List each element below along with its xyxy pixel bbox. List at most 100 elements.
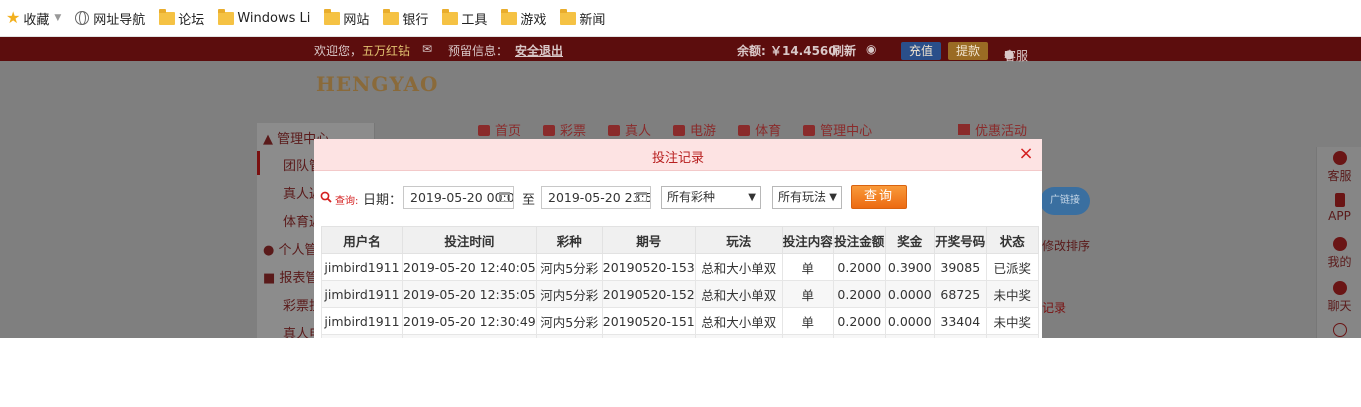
slot-icon — [673, 125, 686, 136]
withdraw-button[interactable]: 提款 — [948, 42, 989, 60]
refresh-link[interactable]: 刷新 — [832, 42, 856, 59]
trophy-icon — [738, 125, 751, 136]
column-header: 投注内容 — [781, 226, 834, 254]
bookmark-favorites[interactable]: ★ 收藏 ▼ — [6, 6, 61, 30]
ticket-icon — [543, 125, 556, 136]
sidebar-app[interactable]: APP — [1317, 193, 1361, 223]
nav-label: 彩票 — [560, 124, 587, 139]
bookmark-sites[interactable]: 网站 — [324, 6, 369, 30]
cell-issue: 20190520-151 — [601, 307, 696, 335]
bookmark-forum[interactable]: 论坛 — [159, 6, 204, 30]
bookmark-nav[interactable]: 网址导航 — [75, 6, 145, 30]
sidebar-label: APP — [1328, 209, 1351, 223]
date-to-input[interactable]: 2019-05-20 23:59 — [541, 186, 651, 209]
lottery-type-select[interactable]: 所有彩种 ▼ — [661, 186, 761, 209]
top-bar: 欢迎您， 五万红钻 ✉ 预留信息： 安全退出 余额: ￥14.4560 刷新 ◉… — [0, 37, 1361, 63]
promo-link-button[interactable]: 广链接 — [1040, 187, 1090, 215]
bookmark-label: 游戏 — [520, 12, 547, 28]
phone-icon — [1334, 193, 1345, 207]
cell-lottery: 河内5分彩 — [535, 307, 603, 335]
search-button[interactable]: 查询 — [851, 185, 907, 209]
edit-order-text[interactable]: 修改排序 — [1042, 237, 1090, 254]
sidebar-mine[interactable]: 我的 — [1317, 237, 1361, 270]
logout-link[interactable]: 安全退出 — [515, 42, 563, 59]
sidebar-chat[interactable]: 聊天 — [1317, 281, 1361, 314]
nav-sports[interactable]: 体育 — [738, 120, 781, 139]
bookmark-tools[interactable]: 工具 — [442, 6, 487, 30]
date-from-input[interactable]: 2019-05-20 00:00 — [403, 186, 514, 209]
menu-header-personal[interactable]: ● 个人管 — [263, 239, 318, 258]
folder-icon — [442, 8, 459, 25]
cell-bet-time: 2019-05-20 12:40:05 — [402, 253, 537, 281]
nav-label: 体育 — [755, 124, 782, 139]
folder-icon — [383, 8, 400, 25]
bookmark-windows[interactable]: Windows Li — [218, 6, 310, 30]
sidebar-service[interactable]: 客服 — [1317, 151, 1361, 184]
sidebar-help[interactable] — [1317, 323, 1361, 338]
recharge-button[interactable]: 充值 — [901, 42, 942, 60]
cell-status: 未中奖 — [985, 307, 1039, 335]
folder-icon — [501, 8, 518, 25]
column-header: 用户名 — [321, 226, 403, 254]
nav-label: 首页 — [495, 124, 522, 139]
column-header: 开奖号码 — [933, 226, 987, 254]
cell-play: 总和大小单双 — [694, 280, 783, 308]
bookmark-games[interactable]: 游戏 — [501, 6, 546, 30]
nav-manage[interactable]: 管理中心 — [803, 120, 872, 139]
bet-record-table: 用户名 投注时间 彩种 期号 玩法 投注内容 投注金额 奖金 开奖号码 状态 j… — [321, 226, 1039, 338]
question-icon — [1332, 323, 1347, 337]
notice-label: 预留信息： — [448, 44, 509, 58]
cell-username: jimbird1911 — [321, 253, 403, 281]
cell-issue: 20190520-152 — [601, 280, 696, 308]
cell-draw-number: 39085 — [933, 253, 987, 281]
play-select-value: 所有玩法 — [778, 190, 827, 204]
cell-bet-time: 2019-05-20 12:35:05 — [402, 280, 537, 308]
bookmark-label: 论坛 — [178, 12, 205, 28]
balance-text: 余额: ￥14.4560 — [737, 44, 837, 58]
filter-bar: 查询: 日期： 2019-05-20 00:00 至 2019-05-20 23… — [314, 185, 1042, 210]
caret-down-icon[interactable]: ▼ — [54, 13, 61, 23]
user-icon — [1332, 237, 1347, 251]
cell-amount: 0.2000 — [832, 253, 886, 281]
menu-header-label: 报表管 — [279, 271, 319, 286]
to-label: 至 — [522, 193, 536, 208]
bookmark-label: 网址导航 — [93, 12, 146, 28]
headset-icon — [1332, 151, 1347, 165]
nav-label: 真人 — [625, 124, 652, 139]
column-header: 投注金额 — [832, 226, 886, 254]
record-text[interactable]: 记录 — [1042, 299, 1066, 316]
sidebar-label: 聊天 — [1327, 299, 1352, 313]
cell-prize: 0.3900 — [884, 253, 935, 281]
bookmark-bank[interactable]: 银行 — [383, 6, 428, 30]
nav-slots[interactable]: 电游 — [673, 120, 716, 139]
welcome-text: 欢迎您， — [314, 44, 363, 58]
bookmark-label: 新闻 — [579, 12, 606, 28]
close-icon[interactable]: × — [1017, 144, 1035, 164]
calendar-icon[interactable] — [636, 192, 647, 202]
play-type-select[interactable]: 所有玩法 ▼ — [772, 186, 842, 209]
nav-home[interactable]: 首页 — [478, 120, 521, 139]
promo-link[interactable]: 优惠活动 — [958, 120, 1027, 139]
bookmark-news[interactable]: 新闻 — [560, 6, 605, 30]
bookmark-label: 工具 — [461, 12, 488, 28]
modal-title: 投注记录 — [651, 151, 704, 166]
cell-bet-time: 2019-05-20 12:30:49 — [402, 307, 537, 335]
nav-live[interactable]: 真人 — [608, 120, 651, 139]
menu-header-label: 个人管 — [278, 243, 318, 258]
calendar-icon[interactable] — [499, 192, 510, 202]
nav-label: 管理中心 — [820, 124, 873, 139]
dropdown-arrow-icon: ▼ — [748, 192, 756, 203]
cell-play: 总和大小单双 — [694, 307, 783, 335]
mail-icon[interactable]: ✉ — [422, 42, 432, 56]
folder-icon — [324, 8, 341, 25]
active-indicator — [257, 151, 260, 175]
site-logo[interactable]: HENGYAO — [316, 72, 438, 96]
cell-content: 单 — [781, 307, 834, 335]
column-header: 期号 — [601, 226, 696, 254]
menu-header-reports[interactable]: ■ 报表管 — [263, 267, 318, 286]
users-icon — [803, 125, 816, 136]
eye-icon[interactable]: ◉ — [866, 42, 876, 56]
sidebar-label: 客服 — [1327, 169, 1352, 183]
chat-icon — [1332, 281, 1347, 295]
nav-lottery[interactable]: 彩票 — [543, 120, 586, 139]
